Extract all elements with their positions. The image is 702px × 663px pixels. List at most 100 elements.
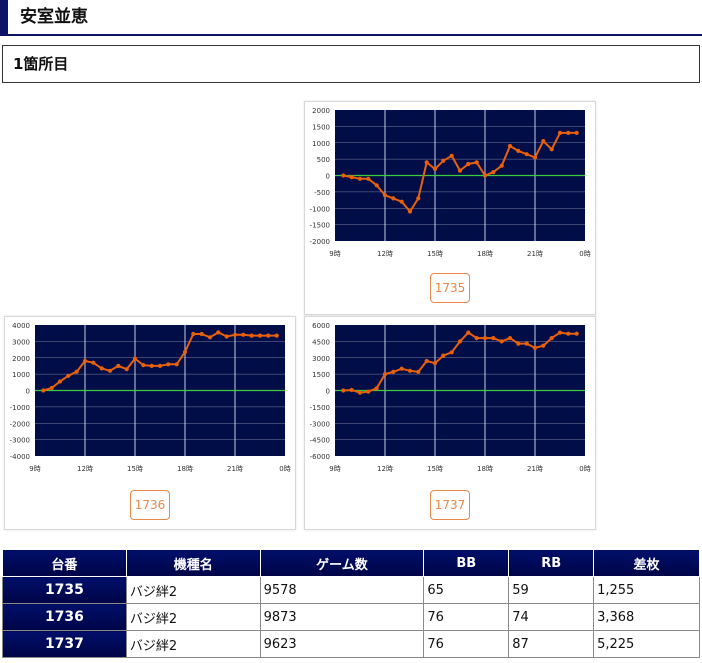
data-point	[474, 160, 479, 165]
y-tick-label: 1500	[312, 371, 330, 379]
x-tick-label: 12時	[377, 465, 393, 473]
machine-button-1736[interactable]: 1736	[130, 490, 170, 520]
cell-rb: 74	[508, 603, 595, 631]
data-point	[507, 143, 513, 149]
data-point	[249, 333, 254, 338]
data-point	[407, 209, 413, 214]
data-point	[49, 385, 54, 391]
data-point	[491, 170, 496, 175]
y-tick-label: -1500	[310, 222, 330, 230]
data-point	[341, 388, 346, 393]
y-tick-label: -3000	[10, 437, 30, 445]
data-point	[574, 130, 579, 135]
section-title: 1箇所目	[2, 45, 700, 83]
data-point	[182, 349, 188, 355]
col-header-rb: RB	[508, 549, 595, 577]
data-point	[574, 331, 579, 336]
x-tick-label: 21時	[527, 250, 543, 258]
data-point	[257, 333, 263, 338]
x-tick-label: 9時	[29, 465, 40, 473]
data-point	[457, 339, 463, 344]
data-point	[424, 358, 429, 364]
data-point	[116, 363, 121, 368]
x-tick-label: 21時	[527, 465, 543, 473]
table-header-row: 台番 機種名 ゲーム数 BB RB 差枚	[2, 549, 700, 577]
cell-machine-number: 1735	[2, 576, 127, 604]
data-point	[424, 160, 429, 165]
data-point	[407, 368, 413, 373]
y-tick-label: 3000	[312, 355, 330, 363]
data-point	[357, 176, 363, 181]
data-point	[432, 361, 438, 366]
data-point	[466, 161, 471, 167]
data-point	[216, 330, 221, 335]
data-point	[374, 386, 379, 391]
data-point	[141, 363, 146, 368]
data-point	[391, 369, 396, 374]
data-point	[482, 336, 488, 341]
data-point	[391, 196, 396, 201]
y-tick-label: 0	[26, 388, 30, 396]
machine-data-table: 台番 機種名 ゲーム数 BB RB 差枚 1735 バジ絆2 9578 65 5…	[2, 549, 700, 658]
y-tick-label: 1000	[312, 140, 330, 148]
y-tick-label: -1000	[10, 404, 30, 412]
data-point	[507, 336, 513, 341]
col-header-games: ゲーム数	[259, 549, 425, 577]
data-point	[499, 163, 504, 168]
data-point	[499, 339, 504, 344]
data-point	[66, 373, 71, 378]
cell-bb: 76	[423, 630, 510, 658]
data-point	[74, 369, 79, 374]
y-tick-label: -1000	[310, 205, 330, 213]
cell-model: バジ絆2	[125, 603, 261, 631]
data-point	[524, 152, 529, 157]
machine-button-1737[interactable]: 1737	[430, 490, 470, 520]
data-point	[366, 389, 371, 394]
data-point	[241, 332, 246, 337]
data-point	[516, 341, 521, 346]
data-point	[549, 336, 554, 341]
data-point	[474, 336, 479, 341]
x-tick-label: 15時	[427, 250, 443, 258]
cell-rb: 59	[508, 576, 595, 604]
y-tick-label: 1000	[12, 371, 30, 379]
data-point	[524, 341, 529, 346]
cell-model: バジ絆2	[125, 576, 261, 604]
data-point	[232, 332, 238, 337]
cell-machine-number: 1736	[2, 603, 127, 631]
y-tick-label: -2000	[10, 420, 30, 428]
data-point	[174, 362, 179, 367]
data-point	[366, 176, 371, 181]
data-point	[166, 362, 171, 367]
y-tick-label: 3000	[12, 338, 30, 346]
cell-machine-number: 1737	[2, 630, 127, 658]
x-tick-label: 18時	[477, 465, 493, 473]
data-point	[532, 345, 538, 350]
machine-button-1735[interactable]: 1735	[430, 273, 470, 303]
col-header-bb: BB	[423, 549, 510, 577]
chart-card-1735: 2000 1500 1000 500 0 -500 -1000 -1500 -2000 9時 12時…	[304, 101, 596, 315]
y-tick-label: 0	[326, 388, 330, 396]
data-point	[516, 148, 521, 153]
data-point	[224, 334, 229, 339]
data-point	[349, 387, 354, 393]
data-point	[349, 175, 354, 180]
data-point	[191, 331, 196, 337]
y-tick-label: -6000	[310, 453, 330, 461]
data-point	[374, 183, 379, 188]
page-title: 安室並恵	[0, 0, 702, 36]
y-tick-label: 2000	[12, 355, 30, 363]
data-point	[274, 333, 279, 338]
y-tick-label: 0	[326, 173, 330, 181]
data-point	[207, 335, 213, 340]
data-point	[557, 330, 563, 335]
table-row: 1735 バジ絆2 9578 65 59 1,255	[2, 576, 700, 604]
data-point	[124, 367, 129, 372]
data-point	[357, 390, 363, 395]
y-tick-label: -3000	[310, 420, 330, 428]
x-tick-label: 9時	[329, 465, 340, 473]
data-point	[382, 372, 388, 377]
col-header-diff: 差枚	[593, 549, 700, 577]
col-header-number: 台番	[2, 549, 127, 577]
x-tick-label: 0時	[579, 250, 590, 258]
